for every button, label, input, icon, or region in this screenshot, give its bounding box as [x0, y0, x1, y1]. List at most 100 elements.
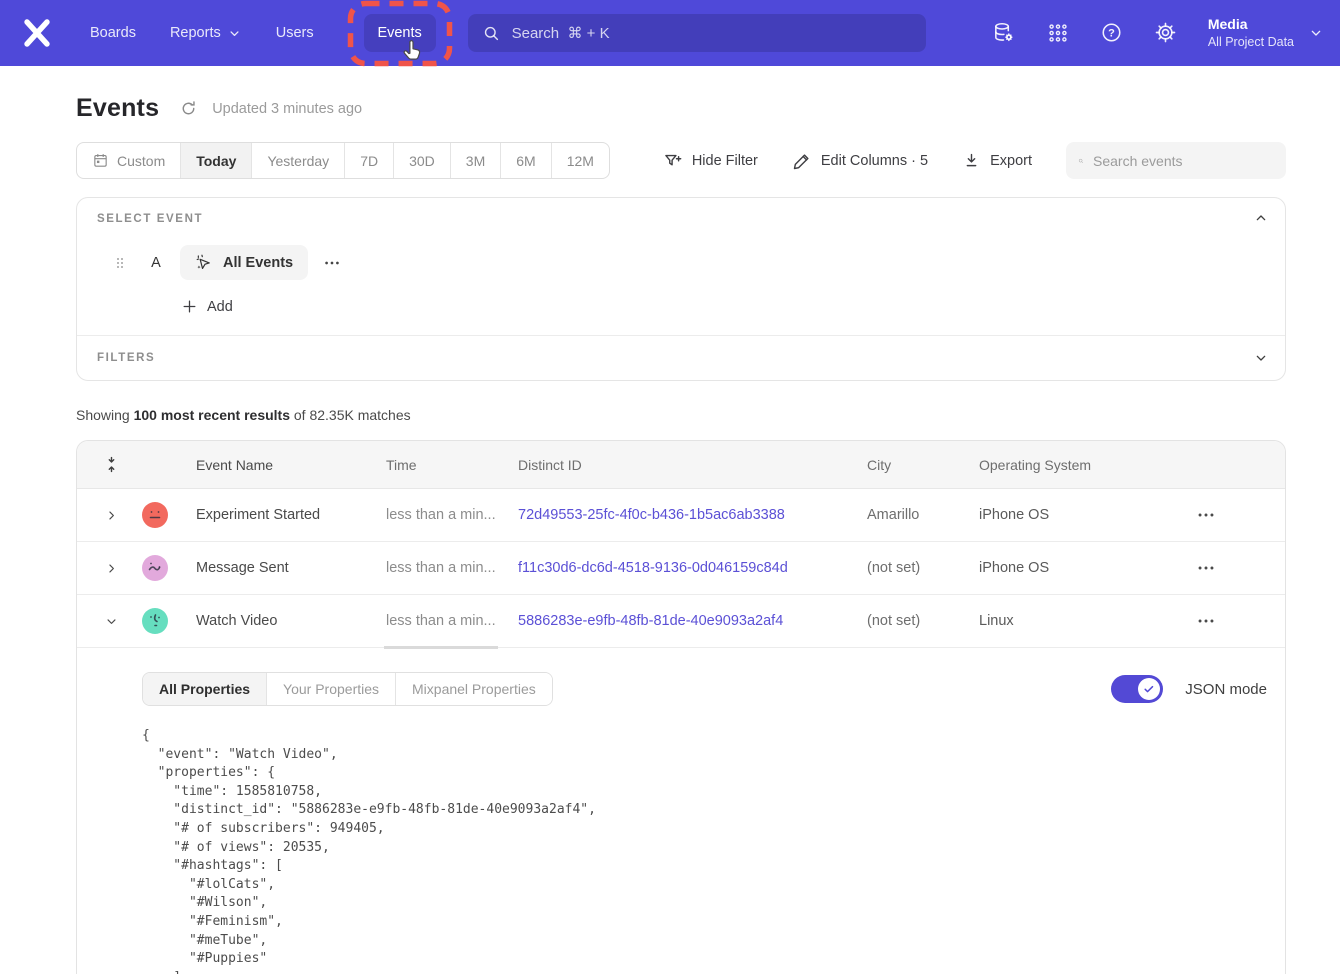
- city-cell: (not set): [867, 560, 979, 576]
- properties-tabs: All Properties Your Properties Mixpanel …: [142, 672, 553, 706]
- select-event-label: SELECT EVENT: [97, 213, 1265, 225]
- chevron-down-icon: [1308, 25, 1324, 41]
- apps-grid-icon[interactable]: [1046, 21, 1070, 45]
- top-navbar: Boards Reports Users Events: [0, 0, 1340, 66]
- event-avatar: [142, 608, 168, 634]
- event-name-cell: Watch Video: [177, 613, 386, 629]
- page-title: Events: [76, 94, 159, 123]
- drag-handle-icon[interactable]: [111, 255, 129, 271]
- expand-row-icon[interactable]: [77, 508, 133, 523]
- export-button[interactable]: Export: [962, 151, 1032, 170]
- date-range-yesterday[interactable]: Yesterday: [251, 143, 344, 178]
- table-tools: Hide Filter Edit Columns · 5 Export: [663, 142, 1286, 179]
- column-header-os[interactable]: Operating System: [979, 457, 1193, 473]
- project-switcher[interactable]: Media All Project Data: [1208, 15, 1324, 51]
- date-range-6m[interactable]: 6M: [500, 143, 550, 178]
- table-row[interactable]: Experiment Started less than a min... 72…: [77, 489, 1285, 542]
- add-event-button[interactable]: Add: [181, 298, 1265, 315]
- json-mode-label: JSON mode: [1185, 681, 1267, 698]
- sparkle-cursor-icon: [195, 253, 214, 272]
- filters-label: FILTERS: [97, 352, 1265, 364]
- search-events-input[interactable]: [1093, 153, 1274, 169]
- results-summary: Showing 100 most recent results of 82.35…: [76, 407, 1286, 423]
- event-json-viewer: { "event": "Watch Video", "properties": …: [142, 727, 1267, 974]
- primary-nav: Boards Reports Users Events: [90, 14, 436, 52]
- nav-item-boards[interactable]: Boards: [90, 25, 136, 41]
- data-management-icon[interactable]: [992, 21, 1016, 45]
- collapse-row-icon[interactable]: [77, 614, 133, 629]
- event-avatar: [142, 502, 168, 528]
- event-row-more-icon[interactable]: [322, 253, 342, 273]
- event-detail-panel: All Properties Your Properties Mixpanel …: [77, 648, 1285, 974]
- tab-mixpanel-properties[interactable]: Mixpanel Properties: [395, 673, 552, 705]
- project-name: Media: [1208, 15, 1294, 34]
- distinct-id-link[interactable]: f11c30d6-dc6d-4518-9136-0d046159c84d: [518, 560, 867, 576]
- row-more-icon[interactable]: [1193, 610, 1285, 632]
- json-mode-toggle[interactable]: [1111, 675, 1163, 703]
- events-table: Event Name Time Distinct ID City Operati…: [76, 440, 1286, 974]
- date-range-today[interactable]: Today: [180, 143, 251, 178]
- detail-toolbar: All Properties Your Properties Mixpanel …: [142, 672, 1267, 706]
- event-row-letter: A: [149, 255, 163, 271]
- column-header-city[interactable]: City: [867, 457, 979, 473]
- calendar-icon: [92, 152, 109, 169]
- column-header-event-name[interactable]: Event Name: [177, 457, 386, 473]
- distinct-id-link[interactable]: 5886283e-e9fb-48fb-81de-40e9093a2af4: [518, 613, 867, 629]
- row-more-icon[interactable]: [1193, 557, 1285, 579]
- distinct-id-link[interactable]: 72d49553-25fc-4f0c-b436-1b5ac6ab3388: [518, 507, 867, 523]
- os-cell: iPhone OS: [979, 560, 1193, 576]
- mixpanel-logo-icon[interactable]: [20, 16, 54, 50]
- refresh-icon[interactable]: [179, 99, 198, 118]
- city-cell: (not set): [867, 613, 979, 629]
- global-search-input[interactable]: [512, 25, 912, 42]
- tab-all-properties[interactable]: All Properties: [143, 673, 266, 705]
- column-header-distinct-id[interactable]: Distinct ID: [518, 457, 867, 473]
- updated-timestamp: Updated 3 minutes ago: [212, 101, 362, 117]
- table-header-row: Event Name Time Distinct ID City Operati…: [77, 441, 1285, 489]
- column-header-time[interactable]: Time: [386, 457, 518, 473]
- collapse-section-icon[interactable]: [1253, 210, 1269, 226]
- navbar-right: ? Media All Project Data: [992, 15, 1324, 51]
- pencil-icon: [792, 151, 812, 171]
- nav-item-reports[interactable]: Reports: [170, 25, 242, 41]
- time-cell: less than a min...: [386, 507, 518, 523]
- date-range-3m[interactable]: 3M: [450, 143, 500, 178]
- controls-row: Custom Today Yesterday 7D 30D 3M 6M 12M …: [76, 142, 1286, 179]
- nav-item-users[interactable]: Users: [276, 25, 314, 41]
- tab-your-properties[interactable]: Your Properties: [266, 673, 395, 705]
- city-cell: Amarillo: [867, 507, 979, 523]
- date-range-custom[interactable]: Custom: [77, 143, 180, 178]
- select-event-section: SELECT EVENT A: [77, 198, 1285, 335]
- date-range-30d[interactable]: 30D: [393, 143, 450, 178]
- global-search[interactable]: [468, 14, 926, 52]
- os-cell: iPhone OS: [979, 507, 1193, 523]
- settings-gear-icon[interactable]: [1154, 21, 1178, 45]
- help-icon[interactable]: ?: [1100, 21, 1124, 45]
- project-scope: All Project Data: [1208, 34, 1294, 51]
- time-cell: less than a min...: [386, 613, 518, 629]
- event-avatar: [142, 555, 168, 581]
- row-more-icon[interactable]: [1193, 504, 1285, 526]
- expand-section-icon[interactable]: [1253, 350, 1269, 366]
- scrollbar-thumb[interactable]: [384, 646, 498, 649]
- search-events-field[interactable]: [1066, 142, 1286, 179]
- date-range-12m[interactable]: 12M: [551, 143, 609, 178]
- event-selector-button[interactable]: All Events: [180, 245, 308, 280]
- expand-row-icon[interactable]: [77, 561, 133, 576]
- edit-columns-button[interactable]: Edit Columns · 5: [792, 151, 928, 171]
- event-name-cell: Experiment Started: [177, 507, 386, 523]
- svg-text:?: ?: [1108, 28, 1115, 40]
- json-mode-control: JSON mode: [1111, 675, 1267, 703]
- event-name-cell: Message Sent: [177, 560, 386, 576]
- plus-icon: [181, 298, 198, 315]
- search-icon: [482, 24, 501, 43]
- nav-item-events[interactable]: Events: [364, 14, 436, 52]
- toggle-knob: [1138, 678, 1160, 700]
- hide-filter-button[interactable]: Hide Filter: [663, 151, 758, 171]
- table-row-expanded[interactable]: Watch Video less than a min... 5886283e-…: [77, 595, 1285, 648]
- collapse-all-rows-icon[interactable]: [77, 455, 133, 474]
- date-range-7d[interactable]: 7D: [344, 143, 393, 178]
- os-cell: Linux: [979, 613, 1193, 629]
- filter-funnel-icon: [663, 151, 683, 171]
- table-row[interactable]: Message Sent less than a min... f11c30d6…: [77, 542, 1285, 595]
